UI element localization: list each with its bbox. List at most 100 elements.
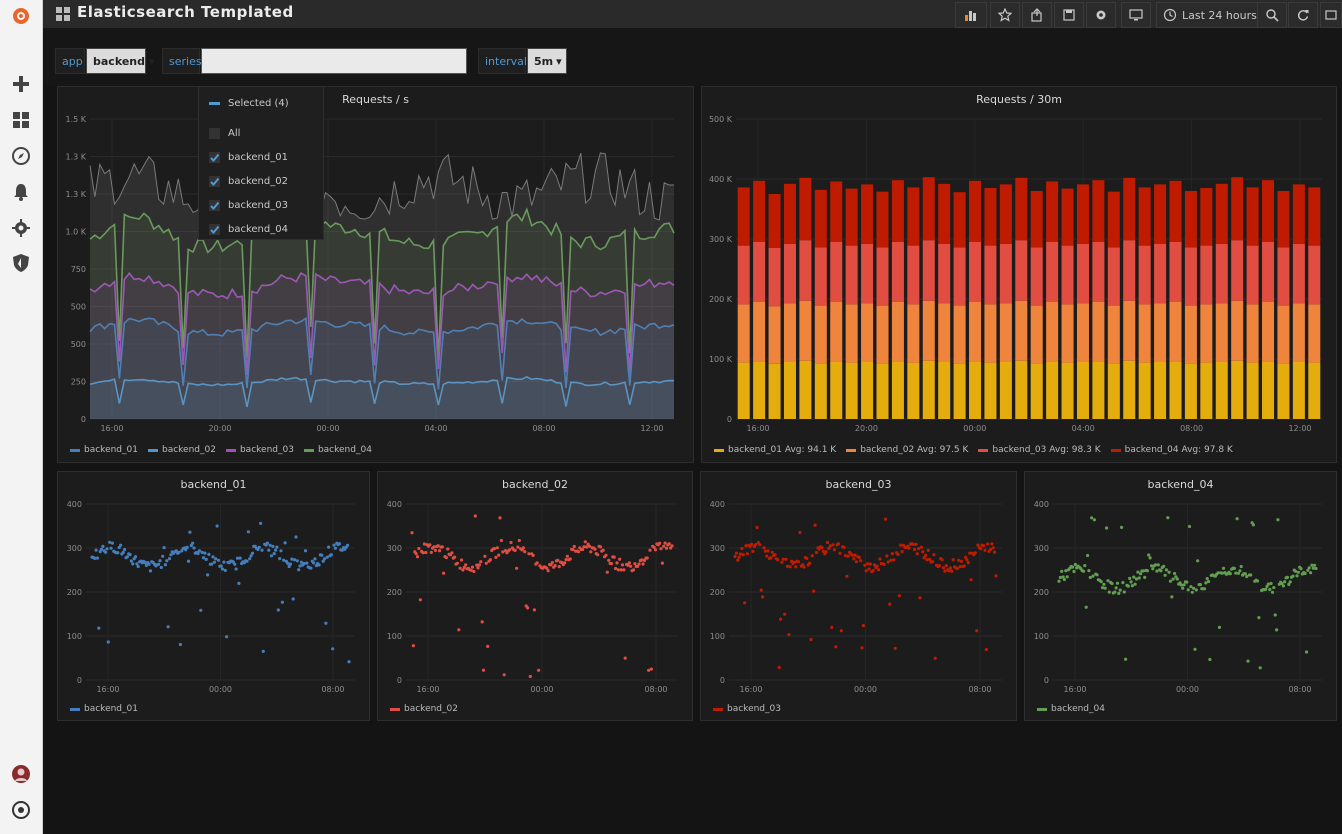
scatter-point xyxy=(637,562,641,566)
legend-item-backend-03[interactable]: backend_03 Avg: 98.3 K xyxy=(978,445,1101,455)
legend-item-backend-04[interactable]: backend_04 Avg: 97.8 K xyxy=(1110,445,1233,455)
scatter-point xyxy=(979,547,983,551)
dashboard-grid-icon[interactable] xyxy=(55,6,71,22)
scatter-point xyxy=(921,550,925,554)
x-tick-label: 00:00 xyxy=(316,424,339,433)
scatter-point xyxy=(629,564,633,568)
legend-item-backend-01[interactable]: backend_01 Avg: 94.1 K xyxy=(714,445,836,455)
backend-04-panel[interactable]: backend_04 400 300 200 100 0 16:00 00:00 08:00 … xyxy=(1024,471,1337,721)
help-icon[interactable] xyxy=(9,798,33,822)
scatter-point xyxy=(211,555,215,559)
dropdown-option-all[interactable]: All xyxy=(209,124,240,142)
grafana-logo-icon[interactable] xyxy=(9,4,33,28)
scatter-point xyxy=(470,565,475,569)
scatter-point xyxy=(947,569,951,573)
legend-item-backend-02[interactable]: backend_02 xyxy=(390,704,458,714)
dropdown-option-backend-02[interactable]: backend_02 xyxy=(209,172,288,190)
backend-01-panel[interactable]: backend_01 400 300 200 100 0 16:00 00:00 08:00 … xyxy=(57,471,370,721)
scatter-point xyxy=(527,552,531,556)
legend-item-backend-04[interactable]: backend_04 xyxy=(1037,704,1105,714)
scatter-point xyxy=(116,551,120,555)
bar-backend_02 xyxy=(753,302,766,362)
bar-backend_01 xyxy=(984,362,997,419)
series-variable-input[interactable] xyxy=(201,48,467,74)
legend-item-backend-01[interactable]: backend_01 xyxy=(70,704,138,714)
bar-backend_04 xyxy=(1262,180,1275,242)
scatter-point xyxy=(186,559,191,563)
scatter-point xyxy=(1100,586,1105,590)
scatter-point xyxy=(598,545,603,549)
scatter-point xyxy=(201,556,206,560)
time-picker-button[interactable]: Last 24 hours xyxy=(1156,2,1258,28)
add-panel-button[interactable] xyxy=(955,2,987,28)
bar-backend_03 xyxy=(1215,243,1228,304)
scatter-point xyxy=(843,554,848,558)
dropdown-option-backend-01[interactable]: backend_01 xyxy=(209,148,288,166)
scatter-point xyxy=(805,556,809,560)
backend-02-panel[interactable]: backend_02 400 300 200 100 0 16:00 00:00 08:00 … xyxy=(377,471,693,721)
scatter-point xyxy=(297,568,301,572)
avatar[interactable] xyxy=(9,762,33,786)
bar-backend_02 xyxy=(1092,302,1105,362)
scatter-point xyxy=(951,558,955,562)
dropdown-option-backend-04[interactable]: backend_04 xyxy=(209,220,288,238)
save-button[interactable] xyxy=(1054,2,1084,28)
plus-icon[interactable] xyxy=(9,72,33,96)
interval-variable-select[interactable]: 5m ▾ xyxy=(527,48,567,74)
bar-backend_04 xyxy=(768,194,781,248)
scatter-point xyxy=(959,559,964,563)
scatter-point xyxy=(837,542,841,546)
explore-icon[interactable] xyxy=(9,144,33,168)
scatter-point xyxy=(216,558,221,562)
scatter-point xyxy=(984,647,988,652)
dropdown-option-backend-03[interactable]: backend_03 xyxy=(209,196,288,214)
scatter-point xyxy=(458,566,462,570)
scatter-point xyxy=(188,530,192,534)
scatter-point xyxy=(537,668,541,672)
app-variable-select[interactable]: backend ▾ xyxy=(86,48,155,74)
legend-item-backend-02[interactable]: backend_02 xyxy=(147,445,216,455)
alerting-bell-icon[interactable] xyxy=(9,180,33,204)
legend-item-backend-04[interactable]: backend_04 xyxy=(303,445,372,455)
scatter-point xyxy=(303,549,308,553)
backend-03-panel[interactable]: backend_03 400 300 200 100 0 16:00 00:00 08:00 … xyxy=(700,471,1017,721)
scatter-point xyxy=(991,546,995,550)
bar-backend_02 xyxy=(737,304,750,363)
dashboard-title[interactable]: Elasticsearch Templated xyxy=(77,3,294,21)
scatter-point xyxy=(969,578,973,582)
scatter-point xyxy=(1114,586,1118,590)
scatter-point xyxy=(479,560,483,564)
dashboards-icon[interactable] xyxy=(9,108,33,132)
bar-backend_01 xyxy=(1292,362,1305,419)
bar-backend_04 xyxy=(1123,177,1136,241)
dropdown-selected-toggle[interactable]: Selected (4) xyxy=(209,94,289,112)
scatter-point xyxy=(269,554,274,558)
legend-item-backend-01[interactable]: backend_01 xyxy=(70,445,138,455)
refresh-button[interactable] xyxy=(1288,2,1318,28)
scatter-point xyxy=(437,549,442,553)
share-button[interactable] xyxy=(1022,2,1052,28)
gear-icon[interactable] xyxy=(9,216,33,240)
scatter-point xyxy=(1118,588,1122,592)
scatter-point xyxy=(133,555,138,559)
view-mode-button[interactable] xyxy=(1121,2,1151,28)
settings-button[interactable] xyxy=(1086,2,1116,28)
scatter-point xyxy=(415,555,420,559)
star-button[interactable] xyxy=(990,2,1020,28)
scatter-point xyxy=(331,647,335,651)
shield-icon[interactable] xyxy=(9,251,33,275)
scatter-point xyxy=(162,546,166,550)
zoom-out-button[interactable] xyxy=(1257,2,1287,28)
scatter-point xyxy=(177,550,181,554)
kiosk-button[interactable] xyxy=(1320,2,1342,28)
y-tick-label: 0 xyxy=(81,415,86,424)
requests-per-second-panel[interactable]: Requests / s 1.5 K 1.3 K 1.3 K 1.0 K 750 500 5… xyxy=(57,86,694,463)
scatter-point xyxy=(464,563,468,567)
legend-item-backend-03[interactable]: backend_03 xyxy=(713,704,781,714)
scatter-point xyxy=(740,546,744,551)
scatter-point xyxy=(861,624,865,628)
scatter-point xyxy=(622,568,626,572)
requests-per-30m-panel[interactable]: Requests / 30m 500 K 400 K 300 K 200 K 100 K… xyxy=(701,86,1337,463)
legend-item-backend-03[interactable]: backend_03 xyxy=(225,445,294,455)
legend-item-backend-02[interactable]: backend_02 Avg: 97.5 K xyxy=(846,445,968,455)
